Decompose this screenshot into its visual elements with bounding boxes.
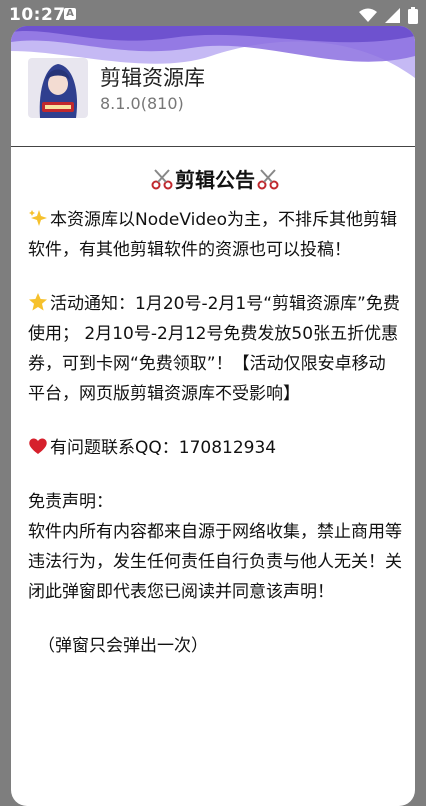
status-time: 10:27 [9,5,66,25]
contact-paragraph: 有问题联系QQ：170812934 [28,433,402,463]
heart-icon [29,438,47,454]
status-icons [359,6,418,24]
battery-icon [408,6,418,24]
disclaimer-body: 软件内所有内容都来自源于网络收集，禁止商用等违法行为，发生任何责任自行负责与他人… [28,522,402,602]
scissors-icon [257,168,279,189]
announcement-content[interactable]: 剪辑公告 本资源库以NodeVideo为主，不排斥其他剪辑软件，有其他剪辑软件的… [28,164,402,661]
app-name: 剪辑资源库 [100,66,205,90]
notice-title-text: 剪辑公告 [175,168,255,192]
event-paragraph: 活动通知：1月20号-2月1号“剪辑资源库”免费使用； 2月10号-2月12号免… [28,289,402,409]
header-divider [11,146,415,147]
wifi-icon [359,8,377,22]
signal-icon [385,7,400,23]
event-text: 活动通知：1月20号-2月1号“剪辑资源库”免费使用； 2月10号-2月12号免… [28,294,400,404]
sparkles-icon [29,210,47,226]
announcement-dialog: 剪辑资源库 8.1.0(810) 剪辑公告 本资源库以NodeVideo为主，不… [11,26,415,806]
app-version: 8.1.0(810) [100,94,184,113]
intro-paragraph: 本资源库以NodeVideo为主，不排斥其他剪辑软件，有其他剪辑软件的资源也可以… [28,205,402,265]
disclaimer-paragraph: 免责声明： 软件内所有内容都来自源于网络收集，禁止商用等违法行为，发生任何责任自… [28,487,402,607]
scissors-icon [151,168,173,189]
star-icon [29,293,47,311]
contact-text: 有问题联系QQ：170812934 [50,438,277,458]
app-icon [28,58,88,118]
footer-note: （弹窗只会弹出一次） [38,636,208,656]
disclaimer-title: 免责声明： [28,492,113,512]
a-notification-icon: A [64,8,76,20]
notice-title: 剪辑公告 [28,164,402,193]
intro-text: 本资源库以NodeVideo为主，不排斥其他剪辑软件，有其他剪辑软件的资源也可以… [28,210,397,260]
